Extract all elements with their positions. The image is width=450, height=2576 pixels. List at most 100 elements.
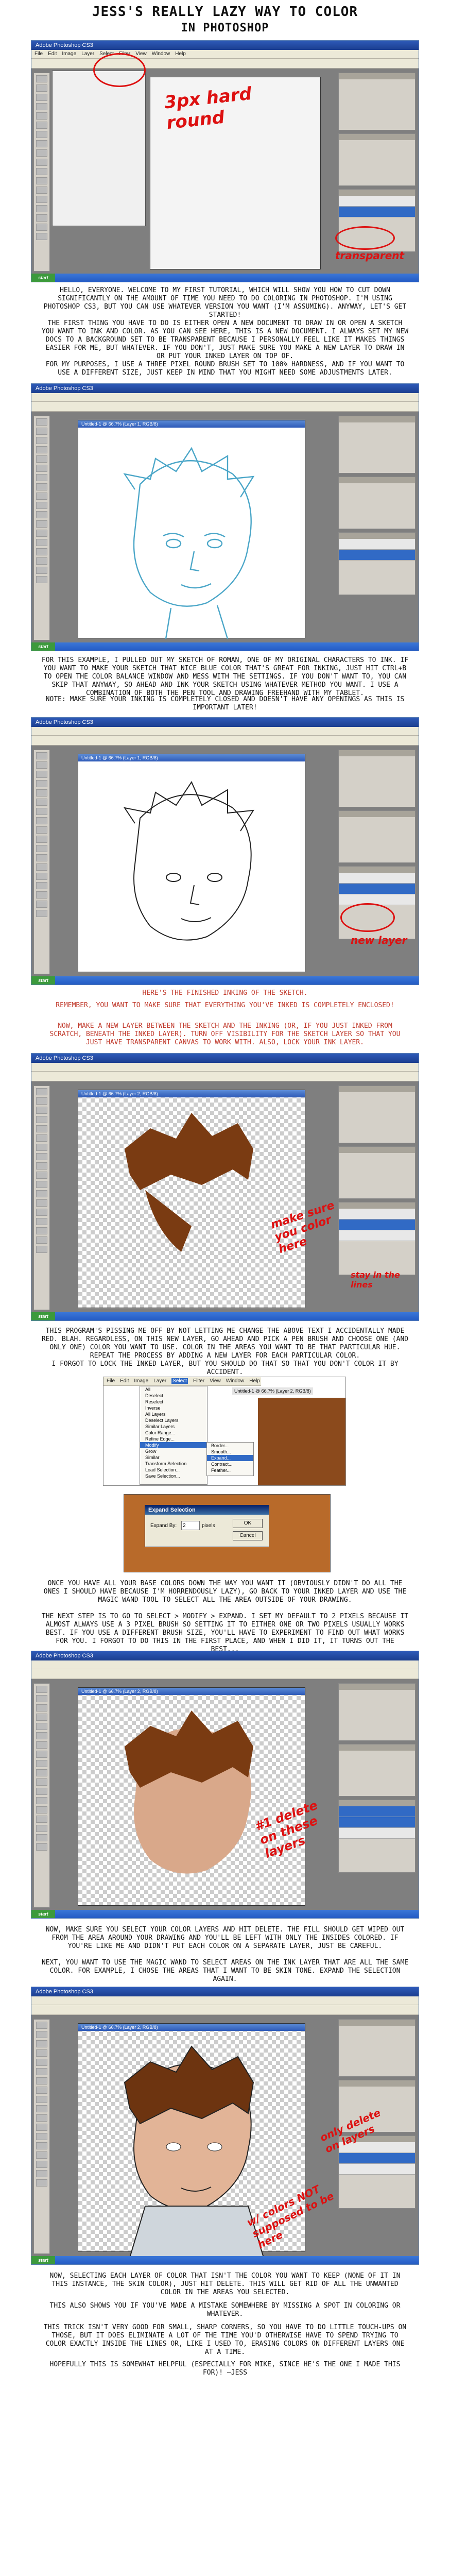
- start-button[interactable]: start: [31, 1910, 55, 1918]
- menu-item[interactable]: Similar Layers: [140, 1423, 207, 1430]
- preview-art: [258, 1398, 345, 1485]
- menu-view[interactable]: View: [135, 51, 147, 57]
- menu-bar: File Edit Image Layer Select Filter View Window…: [103, 1377, 261, 1386]
- document-canvas[interactable]: Untitled-1 @ 66.7% (Layer 1, RGB/8): [78, 754, 305, 972]
- submenu-item[interactable]: Feather...: [207, 1467, 253, 1473]
- paragraph-3: FOR MY PURPOSES, I USE A THREE PIXEL ROU…: [45, 361, 409, 377]
- ink-lines: [123, 781, 254, 941]
- doc-tab: Untitled-1 @ 66.7% (Layer 2, RGB/8): [232, 1387, 313, 1395]
- workspace: Untitled-1 @ 66.7% (Layer 1, RGB/8) star…: [31, 745, 419, 985]
- start-button[interactable]: start: [31, 976, 55, 985]
- document-canvas[interactable]: Untitled-1 @ 66.7% (Layer 2, RGB/8): [78, 1090, 305, 1308]
- paragraph-16: THIS ALSO SHOWS YOU IF YOU'VE MADE A MIS…: [49, 2302, 405, 2318]
- options-bar: [31, 2005, 419, 2015]
- menu-view[interactable]: View: [210, 1378, 221, 1384]
- options-bar: [31, 1669, 419, 1679]
- menu-item[interactable]: All Layers: [140, 1411, 207, 1417]
- menu-item[interactable]: Load Selection...: [140, 1467, 207, 1473]
- window-title: Adobe Photoshop CS3: [31, 1054, 419, 1063]
- start-button[interactable]: start: [31, 1312, 55, 1320]
- taskbar: start: [31, 274, 419, 282]
- paragraph-18: HOPEFULLY THIS IS SOMEWHAT HELPFUL (ESPE…: [49, 2361, 405, 2377]
- menu-edit[interactable]: Edit: [120, 1378, 129, 1384]
- submenu-item[interactable]: Smooth...: [207, 1449, 253, 1455]
- menu-file[interactable]: File: [34, 51, 43, 57]
- menu-item[interactable]: Similar: [140, 1454, 207, 1461]
- toolbox[interactable]: [33, 416, 50, 640]
- document-canvas[interactable]: Untitled-1 @ 66.7% (Layer 2, RGB/8): [78, 1687, 305, 1906]
- menu-item[interactable]: Inverse: [140, 1405, 207, 1411]
- start-button[interactable]: start: [31, 2256, 55, 2264]
- menu-window[interactable]: Window: [226, 1378, 245, 1384]
- options-bar: [31, 402, 419, 412]
- start-button[interactable]: start: [31, 642, 55, 651]
- menu-item[interactable]: Grow: [140, 1448, 207, 1454]
- dialog-title: Expand Selection: [145, 1505, 269, 1515]
- paragraph-5: NOTE: MAKE SURE YOUR INKING IS COMPLETEL…: [45, 696, 409, 711]
- paragraph-4: FOR THIS EXAMPLE, I PULLED OUT MY SKETCH…: [41, 656, 412, 697]
- menu-item[interactable]: Deselect: [140, 1393, 207, 1399]
- menu-image[interactable]: Image: [62, 51, 76, 57]
- menu-layer[interactable]: Layer: [153, 1378, 166, 1384]
- toolbox[interactable]: [33, 1086, 50, 1310]
- menu-item[interactable]: Reselect: [140, 1399, 207, 1405]
- paragraph-12: THE NEXT STEP IS TO GO TO SELECT > MODIF…: [41, 1613, 412, 1653]
- toolbox[interactable]: [33, 750, 50, 974]
- start-button[interactable]: start: [31, 274, 55, 282]
- brush-picker-panel[interactable]: [52, 71, 146, 226]
- blue-sketch: [123, 447, 255, 639]
- document-title: Untitled-1 @ 66.7% (Layer 1, RGB/8): [78, 754, 305, 761]
- menu-help[interactable]: Help: [175, 51, 186, 57]
- toolbox[interactable]: [33, 73, 50, 272]
- annotation-transparent: transparent: [335, 249, 405, 262]
- cancel-button[interactable]: Cancel: [233, 1531, 263, 1540]
- menu-item[interactable]: Deselect Layers: [140, 1417, 207, 1423]
- menu-select[interactable]: Select: [171, 1378, 188, 1384]
- paragraph-15: NOW, SELECTING EACH LAYER OF COLOR THAT …: [49, 2272, 405, 2296]
- menu-bar: [31, 1996, 419, 2005]
- menu-bar: [31, 1063, 419, 1072]
- menu-bar: [31, 727, 419, 736]
- workspace: Untitled-1 @ 66.7% (Layer 1, RGB/8) star…: [31, 412, 419, 651]
- taskbar: start: [31, 642, 419, 651]
- layer-circle: [335, 226, 395, 250]
- document-title: Untitled-1 @ 66.7% (Layer 2, RGB/8): [78, 1688, 305, 1695]
- ok-button[interactable]: OK: [233, 1519, 263, 1528]
- document-title: Untitled-1 @ 66.7% (Layer 2, RGB/8): [78, 1090, 305, 1097]
- menu-window[interactable]: Window: [152, 51, 170, 57]
- menu-item[interactable]: Save Selection...: [140, 1473, 207, 1479]
- document-title: Untitled-1 @ 66.7% (Layer 2, RGB/8): [78, 2024, 305, 2031]
- menu-item[interactable]: Color Range...: [140, 1430, 207, 1436]
- expand-input[interactable]: [181, 1521, 200, 1530]
- menu-help[interactable]: Help: [249, 1378, 260, 1384]
- menu-item[interactable]: Transform Selection: [140, 1461, 207, 1467]
- window-title: Adobe Photoshop CS3: [31, 384, 419, 393]
- menu-image[interactable]: Image: [134, 1378, 148, 1384]
- menu-filter[interactable]: Filter: [193, 1378, 204, 1384]
- taskbar: start: [31, 2256, 419, 2264]
- panels: [338, 416, 416, 640]
- menu-item-modify[interactable]: Modify: [140, 1442, 207, 1448]
- taskbar: start: [31, 1312, 419, 1320]
- submenu-item[interactable]: Border...: [207, 1443, 253, 1449]
- submenu-item-expand[interactable]: Expand...: [207, 1455, 253, 1461]
- options-bar: [31, 59, 419, 69]
- toolbox[interactable]: [33, 1683, 50, 1908]
- annotation-new-layer: new layer: [351, 934, 407, 946]
- menu-item[interactable]: All: [140, 1386, 207, 1393]
- paragraph-6: HERE'S THE FINISHED INKING OF THE SKETCH…: [142, 989, 308, 997]
- toolbox[interactable]: [33, 2019, 50, 2254]
- menu-file[interactable]: File: [107, 1378, 115, 1384]
- options-bar: [31, 736, 419, 745]
- menu-edit[interactable]: Edit: [48, 51, 57, 57]
- paragraph-13: NOW, MAKE SURE YOU SELECT YOUR COLOR LAY…: [45, 1926, 409, 1950]
- submenu-item[interactable]: Contract...: [207, 1461, 253, 1467]
- screenshot-7: Adobe Photoshop CS3 Untitled-1 @ 66.7% (…: [31, 1987, 419, 2265]
- paragraph-9: THIS PROGRAM'S PISSING ME OFF BY NOT LET…: [41, 1327, 412, 1360]
- window-title: Adobe Photoshop CS3: [31, 41, 419, 50]
- menu-layer[interactable]: Layer: [81, 51, 94, 57]
- document-canvas[interactable]: Untitled-1 @ 66.7% (Layer 1, RGB/8): [78, 420, 305, 639]
- paragraph-10: I FORGOT TO LOCK THE INKED LAYER, BUT YO…: [51, 1360, 403, 1376]
- paragraph-17: THIS TRICK ISN'T VERY GOOD FOR SMALL, SH…: [43, 2324, 411, 2356]
- menu-item[interactable]: Refine Edge...: [140, 1436, 207, 1442]
